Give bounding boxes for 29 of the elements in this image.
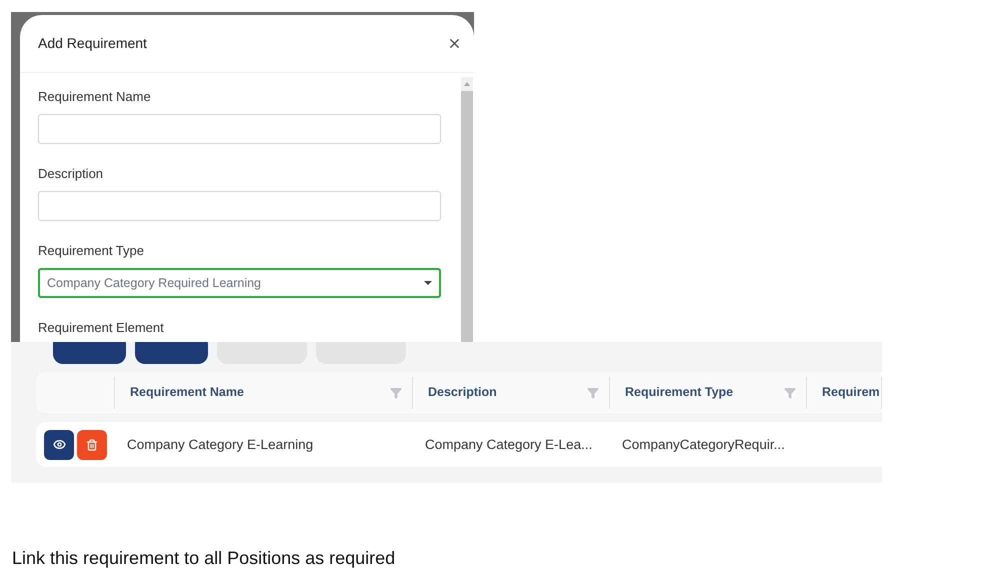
- column-header: Requirement Type: [625, 384, 734, 402]
- close-icon[interactable]: [447, 36, 462, 51]
- filter-icon[interactable]: [784, 386, 796, 398]
- filter-icon[interactable]: [390, 386, 402, 398]
- field-label: Description: [38, 166, 104, 182]
- column-header: Requirem: [822, 384, 880, 402]
- select-field[interactable]: Company Category Required Learning: [38, 268, 441, 298]
- field-label: Requirement Name: [38, 89, 152, 105]
- table-cell: Company Category E-Learning: [127, 436, 314, 452]
- field-label: Requirement Element: [38, 320, 165, 336]
- delete-button[interactable]: [77, 430, 107, 460]
- input-field[interactable]: [38, 191, 441, 221]
- column-header: Description: [428, 384, 497, 402]
- view-button[interactable]: [44, 430, 74, 460]
- trash-icon: [86, 438, 98, 450]
- field-label: Requirement Type: [38, 243, 145, 259]
- caret-icon: [424, 281, 432, 285]
- toolbar-button[interactable]: [135, 342, 208, 364]
- input-field[interactable]: [38, 114, 441, 144]
- caption-text: Link this requirement to all Positions as required: [12, 547, 396, 570]
- filter-icon[interactable]: [587, 386, 599, 398]
- eye-icon: [52, 438, 66, 451]
- scrollbar[interactable]: [461, 77, 473, 342]
- table-cell: CompanyCategoryRequir...: [622, 436, 785, 452]
- column-header: Requirement Name: [130, 384, 244, 402]
- dialog-title: Add Requirement: [38, 34, 147, 53]
- table-cell: Company Category E-Lea...: [425, 436, 592, 452]
- select-value: Company Category Required Learning: [47, 274, 262, 292]
- toolbar-button[interactable]: [53, 342, 126, 364]
